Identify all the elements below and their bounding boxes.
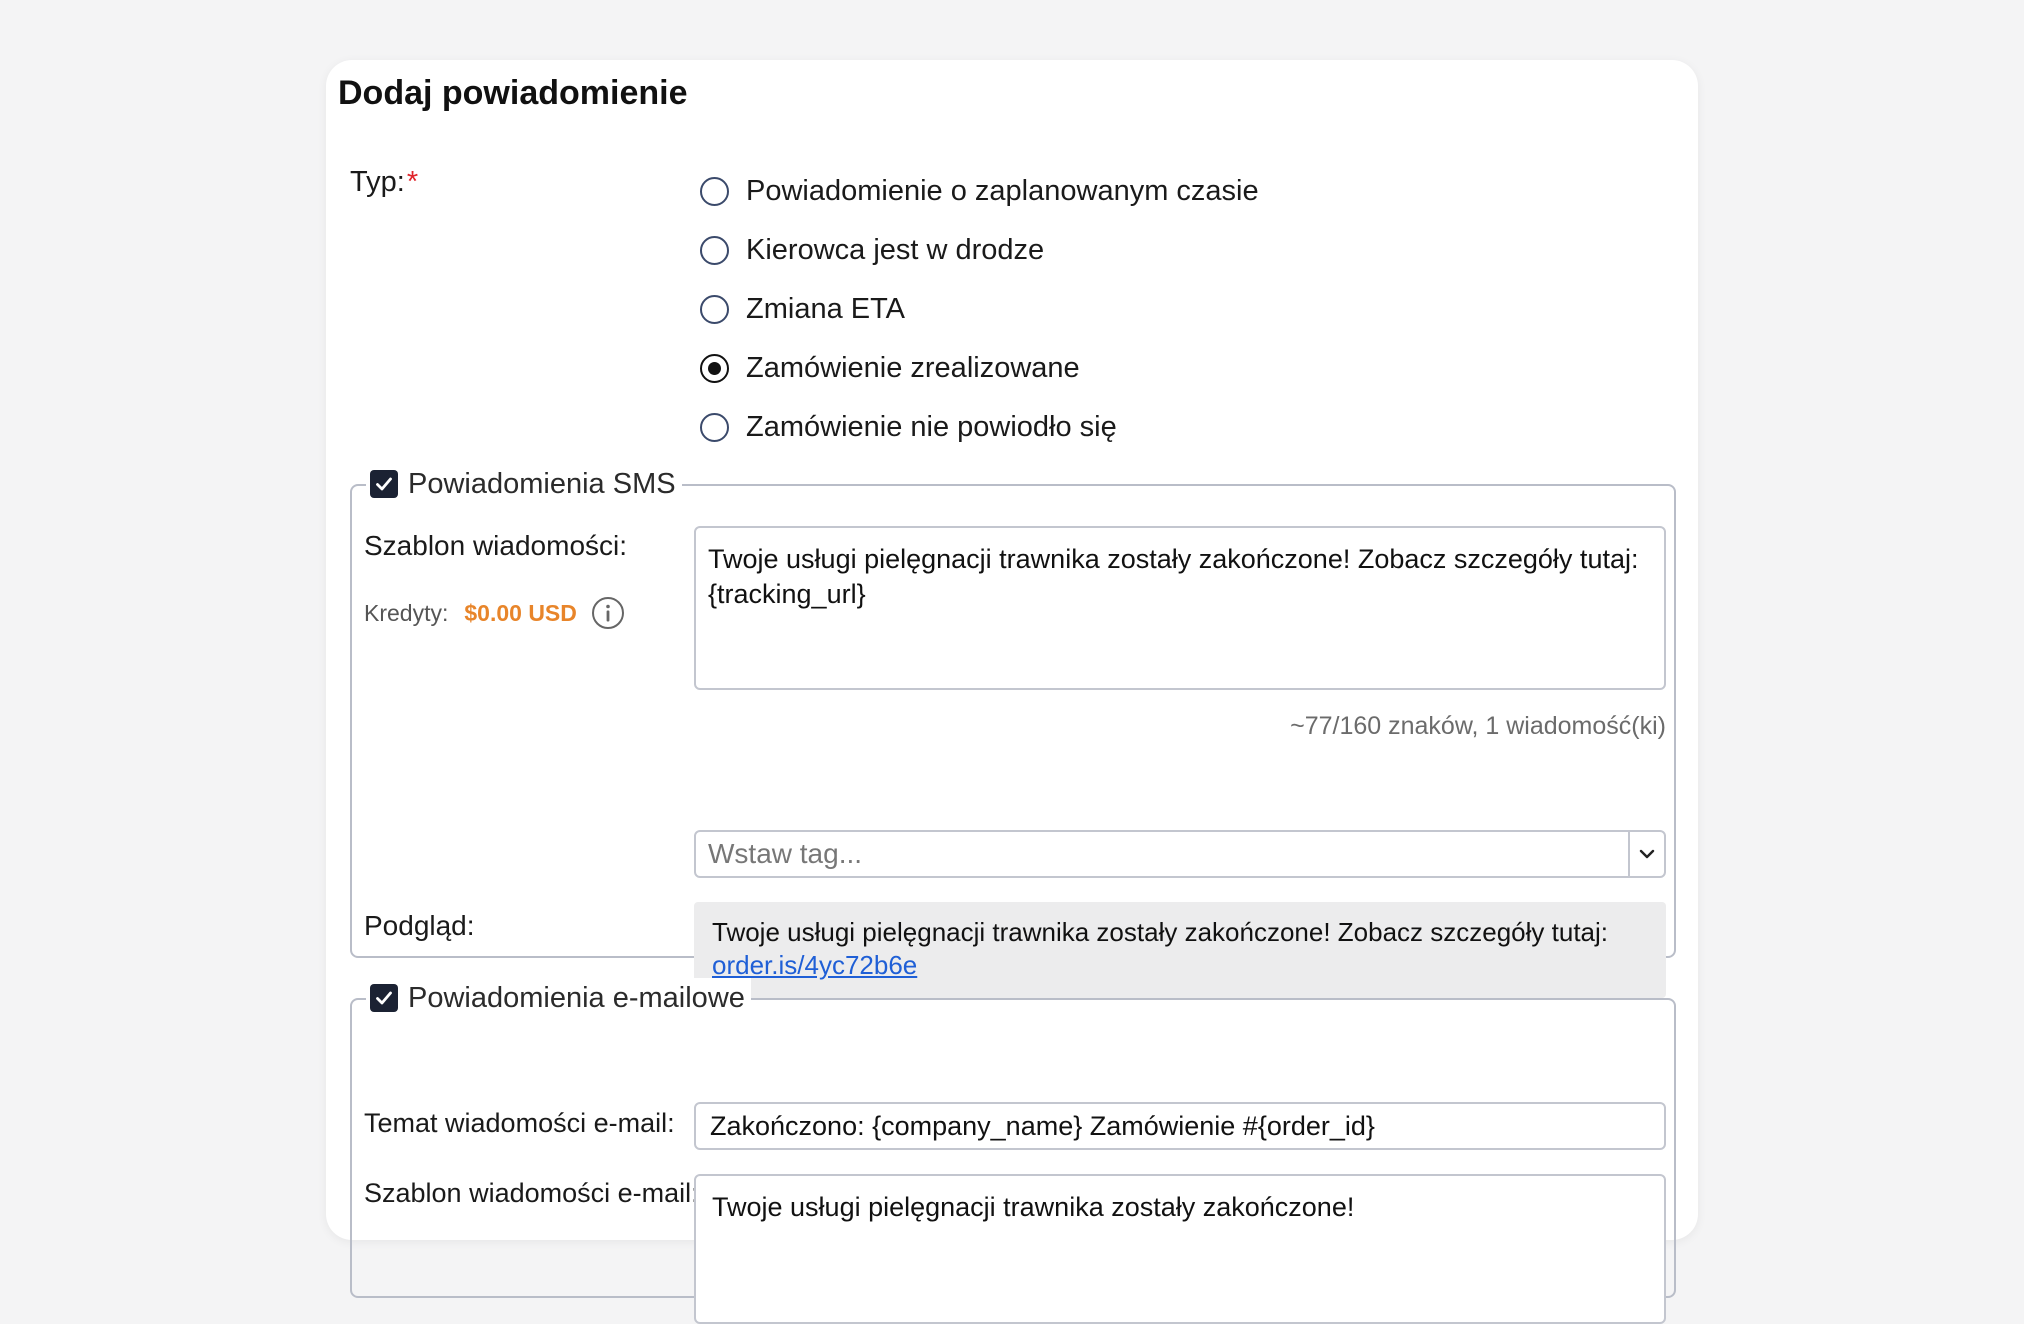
insert-tag-select[interactable]: Wstaw tag... — [694, 830, 1666, 878]
radio-option-order-completed[interactable]: Zamówienie zrealizowane — [700, 339, 1259, 398]
radio-label: Zmiana ETA — [746, 293, 906, 325]
sms-template-line1: Twoje usługi pielęgnacji trawnika został… — [708, 544, 1639, 574]
email-legend: Powiadomienia e-mailowe — [366, 978, 751, 1018]
email-notifications-fieldset: Powiadomienia e-mailowe Temat wiadomości… — [350, 978, 1676, 1324]
credits-label: Kredyty: — [364, 599, 449, 626]
radio-label: Kierowca jest w drodze — [746, 234, 1045, 266]
page-title: Dodaj powiadomienie — [338, 74, 688, 112]
email-template-textarea[interactable]: Twoje usługi pielęgnacji trawnika został… — [694, 1174, 1666, 1324]
sms-template-label: Szablon wiadomości: — [364, 530, 628, 561]
required-mark: * — [406, 166, 419, 198]
email-legend-label: Powiadomienia e-mailowe — [408, 981, 745, 1014]
sms-legend-label: Powiadomienia SMS — [408, 467, 676, 500]
email-subject-value: Zakończono: {company_name} Zamówienie #{… — [710, 1110, 1375, 1141]
info-icon[interactable] — [591, 596, 625, 630]
radio-option-eta-change[interactable]: Zmiana ETA — [700, 280, 1259, 339]
email-subject-label: Temat wiadomości e-mail: — [364, 1108, 675, 1138]
sms-enabled-checkbox[interactable] — [370, 470, 398, 498]
radio-button[interactable] — [700, 295, 729, 324]
notification-type-radio-group: Powiadomienie o zaplanowanym czasie Kier… — [700, 162, 1259, 457]
type-label: Typ:* — [350, 166, 418, 199]
type-label-text: Typ: — [350, 166, 405, 198]
sms-preview-box: Twoje usługi pielęgnacji trawnika został… — [694, 902, 1666, 998]
credits-value: $0.00 USD — [464, 599, 577, 626]
sms-character-counter: ~77/160 znaków, 1 wiadomość(ki) — [1290, 712, 1666, 740]
email-subject-input[interactable]: Zakończono: {company_name} Zamówienie #{… — [694, 1102, 1666, 1150]
radio-option-scheduled-time[interactable]: Powiadomienie o zaplanowanym czasie — [700, 162, 1259, 221]
radio-button[interactable] — [700, 177, 729, 206]
sms-notifications-fieldset: Powiadomienia SMS Szablon wiadomości: Kr… — [350, 464, 1676, 998]
checkmark-icon — [376, 991, 392, 1005]
preview-label: Podgląd: — [364, 910, 475, 941]
add-notification-card: Dodaj powiadomienie Typ:* Powiadomienie … — [326, 60, 1698, 1324]
email-template-label: Szablon wiadomości e-mail: — [364, 1178, 699, 1208]
credits-info: Kredyty: $0.00 USD — [364, 596, 625, 630]
email-enabled-checkbox[interactable] — [370, 984, 398, 1012]
insert-tag-placeholder: Wstaw tag... — [708, 838, 863, 869]
insert-tag-dropdown-button[interactable] — [1628, 832, 1664, 876]
radio-label: Powiadomienie o zaplanowanym czasie — [746, 175, 1259, 207]
checkmark-icon — [376, 477, 392, 491]
sms-template-textarea[interactable]: Twoje usługi pielęgnacji trawnika został… — [694, 526, 1666, 690]
radio-button[interactable] — [700, 413, 729, 442]
radio-button-selected[interactable] — [700, 354, 729, 383]
sms-template-line2: {tracking_url} — [708, 579, 866, 609]
sms-legend: Powiadomienia SMS — [366, 464, 682, 504]
tracking-link[interactable]: order.is/4yc72b6e — [712, 950, 917, 980]
chevron-down-icon — [1639, 849, 1655, 859]
radio-button[interactable] — [700, 236, 729, 265]
radio-label: Zamówienie nie powiodło się — [746, 411, 1117, 443]
radio-option-order-failed[interactable]: Zamówienie nie powiodło się — [700, 398, 1259, 457]
sms-preview-text: Twoje usługi pielęgnacji trawnika został… — [712, 917, 1609, 947]
radio-label: Zamówienie zrealizowane — [746, 352, 1080, 384]
radio-option-driver-en-route[interactable]: Kierowca jest w drodze — [700, 221, 1259, 280]
